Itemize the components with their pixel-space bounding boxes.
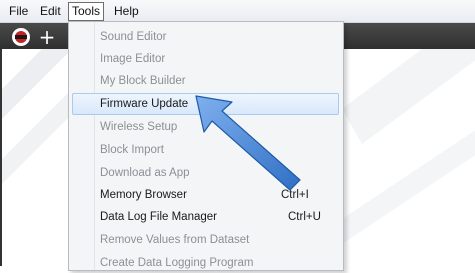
menu-item-memory-browser[interactable]: Memory Browser [100,185,187,205]
menu-item-sound-editor[interactable]: Sound Editor [100,27,167,47]
menu-icon-gutter [69,22,95,270]
menu-item-data-log-file-manager[interactable]: Data Log File Manager [100,207,217,227]
menu-bar: File Edit Tools Help [0,0,475,23]
menu-item-my-block-builder[interactable]: My Block Builder [100,71,186,91]
menu-tools[interactable]: Tools [68,2,105,21]
menu-edit[interactable]: Edit [36,3,65,19]
memory-browser-shortcut: Ctrl+I [281,189,309,201]
tools-dropdown-menu: Sound Editor Image Editor My Block Build… [68,21,344,271]
menu-item-wireless-setup[interactable]: Wireless Setup [100,117,177,137]
menu-help[interactable]: Help [110,3,143,19]
menu-item-download-as-app[interactable]: Download as App [100,163,190,183]
menu-item-firmware-update[interactable]: Firmware Update [100,94,188,114]
lego-brick-icon[interactable] [12,28,30,46]
plus-icon[interactable]: + [38,27,56,47]
data-log-shortcut: Ctrl+U [288,211,321,223]
menu-item-block-import[interactable]: Block Import [100,140,164,160]
menu-item-remove-values[interactable]: Remove Values from Dataset [100,230,249,250]
menu-item-image-editor[interactable]: Image Editor [100,49,165,69]
menu-item-create-data-logging-program[interactable]: Create Data Logging Program [100,253,253,273]
menu-file[interactable]: File [5,3,32,19]
